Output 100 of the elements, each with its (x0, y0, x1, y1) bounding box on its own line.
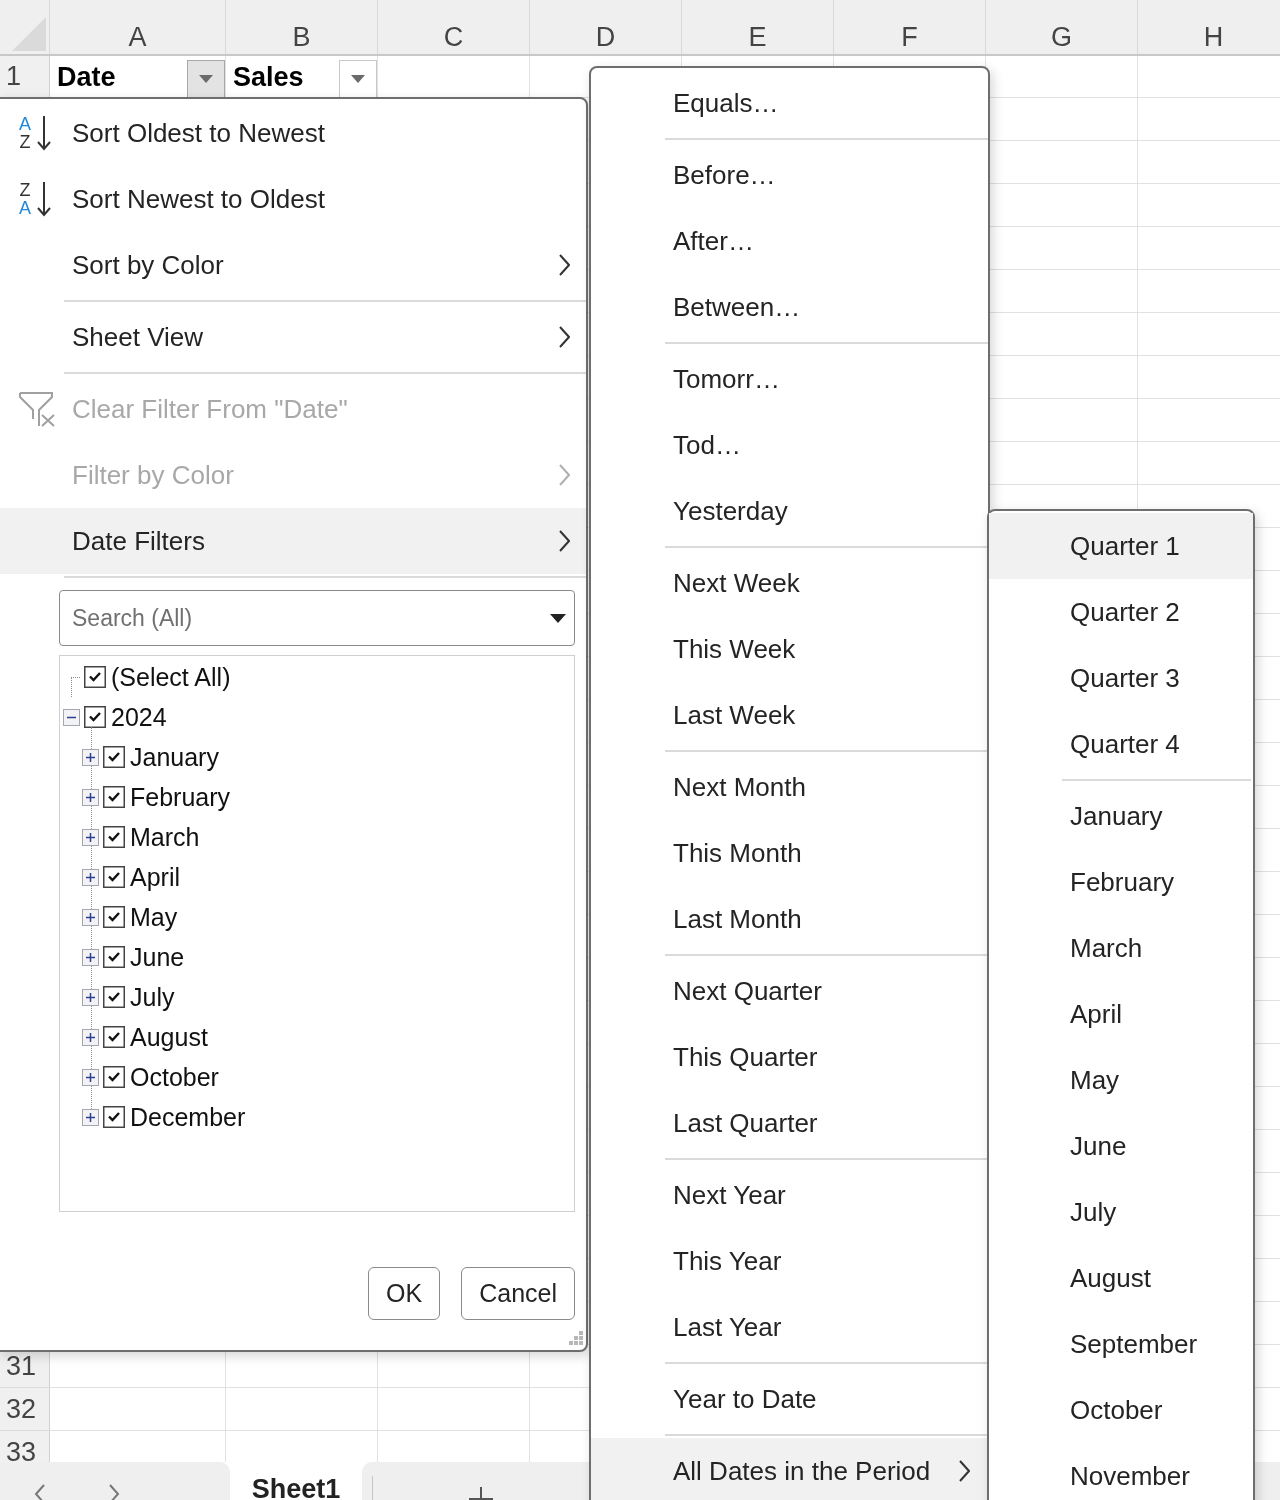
expand-icon[interactable] (82, 948, 99, 966)
menu-item[interactable]: Last Week (591, 682, 988, 748)
menu-item[interactable]: Next Quarter (591, 958, 988, 1024)
menu-item[interactable]: Date Filters (0, 508, 586, 574)
menu-item[interactable]: After… (591, 208, 988, 274)
resize-grip-icon[interactable] (568, 1330, 584, 1346)
column-header[interactable]: G (986, 0, 1138, 54)
expand-icon[interactable] (82, 1068, 99, 1086)
expand-icon[interactable] (82, 868, 99, 886)
checkbox-label[interactable]: 2024 (111, 702, 167, 732)
menu-item[interactable]: Tod… (591, 412, 988, 478)
menu-item[interactable]: October (989, 1377, 1253, 1443)
menu-item[interactable]: February (989, 849, 1253, 915)
checkbox-label[interactable]: April (130, 862, 180, 892)
checkbox[interactable] (103, 866, 125, 888)
checkbox-label[interactable]: March (130, 822, 200, 852)
menu-item[interactable]: This Week (591, 616, 988, 682)
column-header[interactable]: B (226, 0, 378, 54)
menu-item[interactable]: September (989, 1311, 1253, 1377)
expand-icon[interactable] (82, 988, 99, 1006)
row-header[interactable]: 32 (0, 1388, 50, 1431)
menu-item[interactable]: April (989, 981, 1253, 1047)
checkbox[interactable] (103, 786, 125, 808)
checkbox[interactable] (103, 1066, 125, 1088)
checkbox[interactable] (103, 746, 125, 768)
collapse-icon[interactable] (63, 708, 80, 726)
chevron-right-icon (558, 464, 570, 486)
checkbox[interactable] (103, 946, 125, 968)
menu-item[interactable]: Yesterday (591, 478, 988, 544)
expand-icon[interactable] (82, 1028, 99, 1046)
menu-item[interactable]: Next Year (591, 1162, 988, 1228)
checkbox-label[interactable]: May (130, 902, 178, 932)
checkbox[interactable] (103, 986, 125, 1008)
menu-item[interactable]: Year to Date (591, 1366, 988, 1432)
expand-icon[interactable] (82, 828, 99, 846)
dialog-button[interactable]: OK (368, 1267, 441, 1320)
menu-item[interactable]: Last Quarter (591, 1090, 988, 1156)
column-header[interactable]: D (530, 0, 682, 54)
menu-item[interactable]: Quarter 2 (989, 579, 1253, 645)
menu-item[interactable]: Quarter 4 (989, 711, 1253, 777)
checkbox[interactable] (84, 706, 106, 728)
checkbox-label[interactable]: August (130, 1022, 208, 1052)
menu-item[interactable]: Sheet View (0, 304, 586, 370)
chevron-right-icon (558, 530, 570, 552)
chevron-right-icon (558, 326, 570, 348)
column-header[interactable]: F (834, 0, 986, 54)
menu-item[interactable]: Quarter 1 (989, 513, 1253, 579)
checkbox-label[interactable]: January (130, 742, 219, 772)
caret-icon (351, 75, 365, 83)
filter-dropdown-button[interactable] (339, 60, 377, 98)
checkbox[interactable] (103, 826, 125, 848)
checkbox[interactable] (103, 1026, 125, 1048)
menu-item[interactable]: March (989, 915, 1253, 981)
menu-item[interactable]: Last Year (591, 1294, 988, 1360)
checkbox-label[interactable]: October (130, 1062, 219, 1092)
menu-item[interactable]: A Z Sort Oldest to Newest (0, 100, 586, 166)
expand-icon[interactable] (82, 1108, 99, 1126)
menu-item[interactable]: Next Month (591, 754, 988, 820)
menu-item[interactable]: Next Week (591, 550, 988, 616)
checkbox-label[interactable]: December (130, 1102, 246, 1132)
caret-icon[interactable] (550, 614, 566, 623)
expand-icon[interactable] (82, 748, 99, 766)
checkbox-label[interactable]: February (130, 782, 231, 812)
menu-item[interactable]: June (989, 1113, 1253, 1179)
chevron-left-icon[interactable] (34, 1484, 46, 1500)
menu-item[interactable]: Tomorr… (591, 346, 988, 412)
menu-item[interactable]: January (989, 783, 1253, 849)
row-header[interactable]: 1 (0, 56, 50, 98)
column-header[interactable]: H (1138, 0, 1280, 54)
menu-item[interactable]: Before… (591, 142, 988, 208)
checkbox-label[interactable]: (Select All) (111, 662, 231, 692)
menu-item[interactable]: Equals… (591, 70, 988, 136)
menu-item[interactable]: Sort by Color (0, 232, 586, 298)
chevron-right-icon[interactable] (108, 1484, 120, 1500)
search-field[interactable]: Search (All) (59, 590, 575, 646)
menu-item[interactable]: May (989, 1047, 1253, 1113)
checkbox[interactable] (103, 906, 125, 928)
menu-item[interactable]: August (989, 1245, 1253, 1311)
menu-item[interactable]: This Quarter (591, 1024, 988, 1090)
checkbox[interactable] (103, 1106, 125, 1128)
menu-item[interactable]: All Dates in the Period (591, 1438, 988, 1500)
checkbox[interactable] (84, 666, 106, 688)
menu-item[interactable]: Z A Sort Newest to Oldest (0, 166, 586, 232)
menu-item[interactable]: November (989, 1443, 1253, 1500)
filter-dropdown-button[interactable] (187, 60, 225, 98)
column-header[interactable]: C (378, 0, 530, 54)
expand-icon[interactable] (82, 788, 99, 806)
dialog-button[interactable]: Cancel (461, 1267, 575, 1320)
menu-item[interactable]: Between… (591, 274, 988, 340)
checkbox-label[interactable]: June (130, 942, 185, 972)
menu-item[interactable]: This Year (591, 1228, 988, 1294)
row-header[interactable]: 33 (0, 1431, 50, 1462)
menu-item[interactable]: Last Month (591, 886, 988, 952)
column-header[interactable]: E (682, 0, 834, 54)
menu-item[interactable]: This Month (591, 820, 988, 886)
checkbox-label[interactable]: July (130, 982, 175, 1012)
menu-item[interactable]: Quarter 3 (989, 645, 1253, 711)
expand-icon[interactable] (82, 908, 99, 926)
menu-item[interactable]: July (989, 1179, 1253, 1245)
column-header[interactable]: A (50, 0, 226, 54)
